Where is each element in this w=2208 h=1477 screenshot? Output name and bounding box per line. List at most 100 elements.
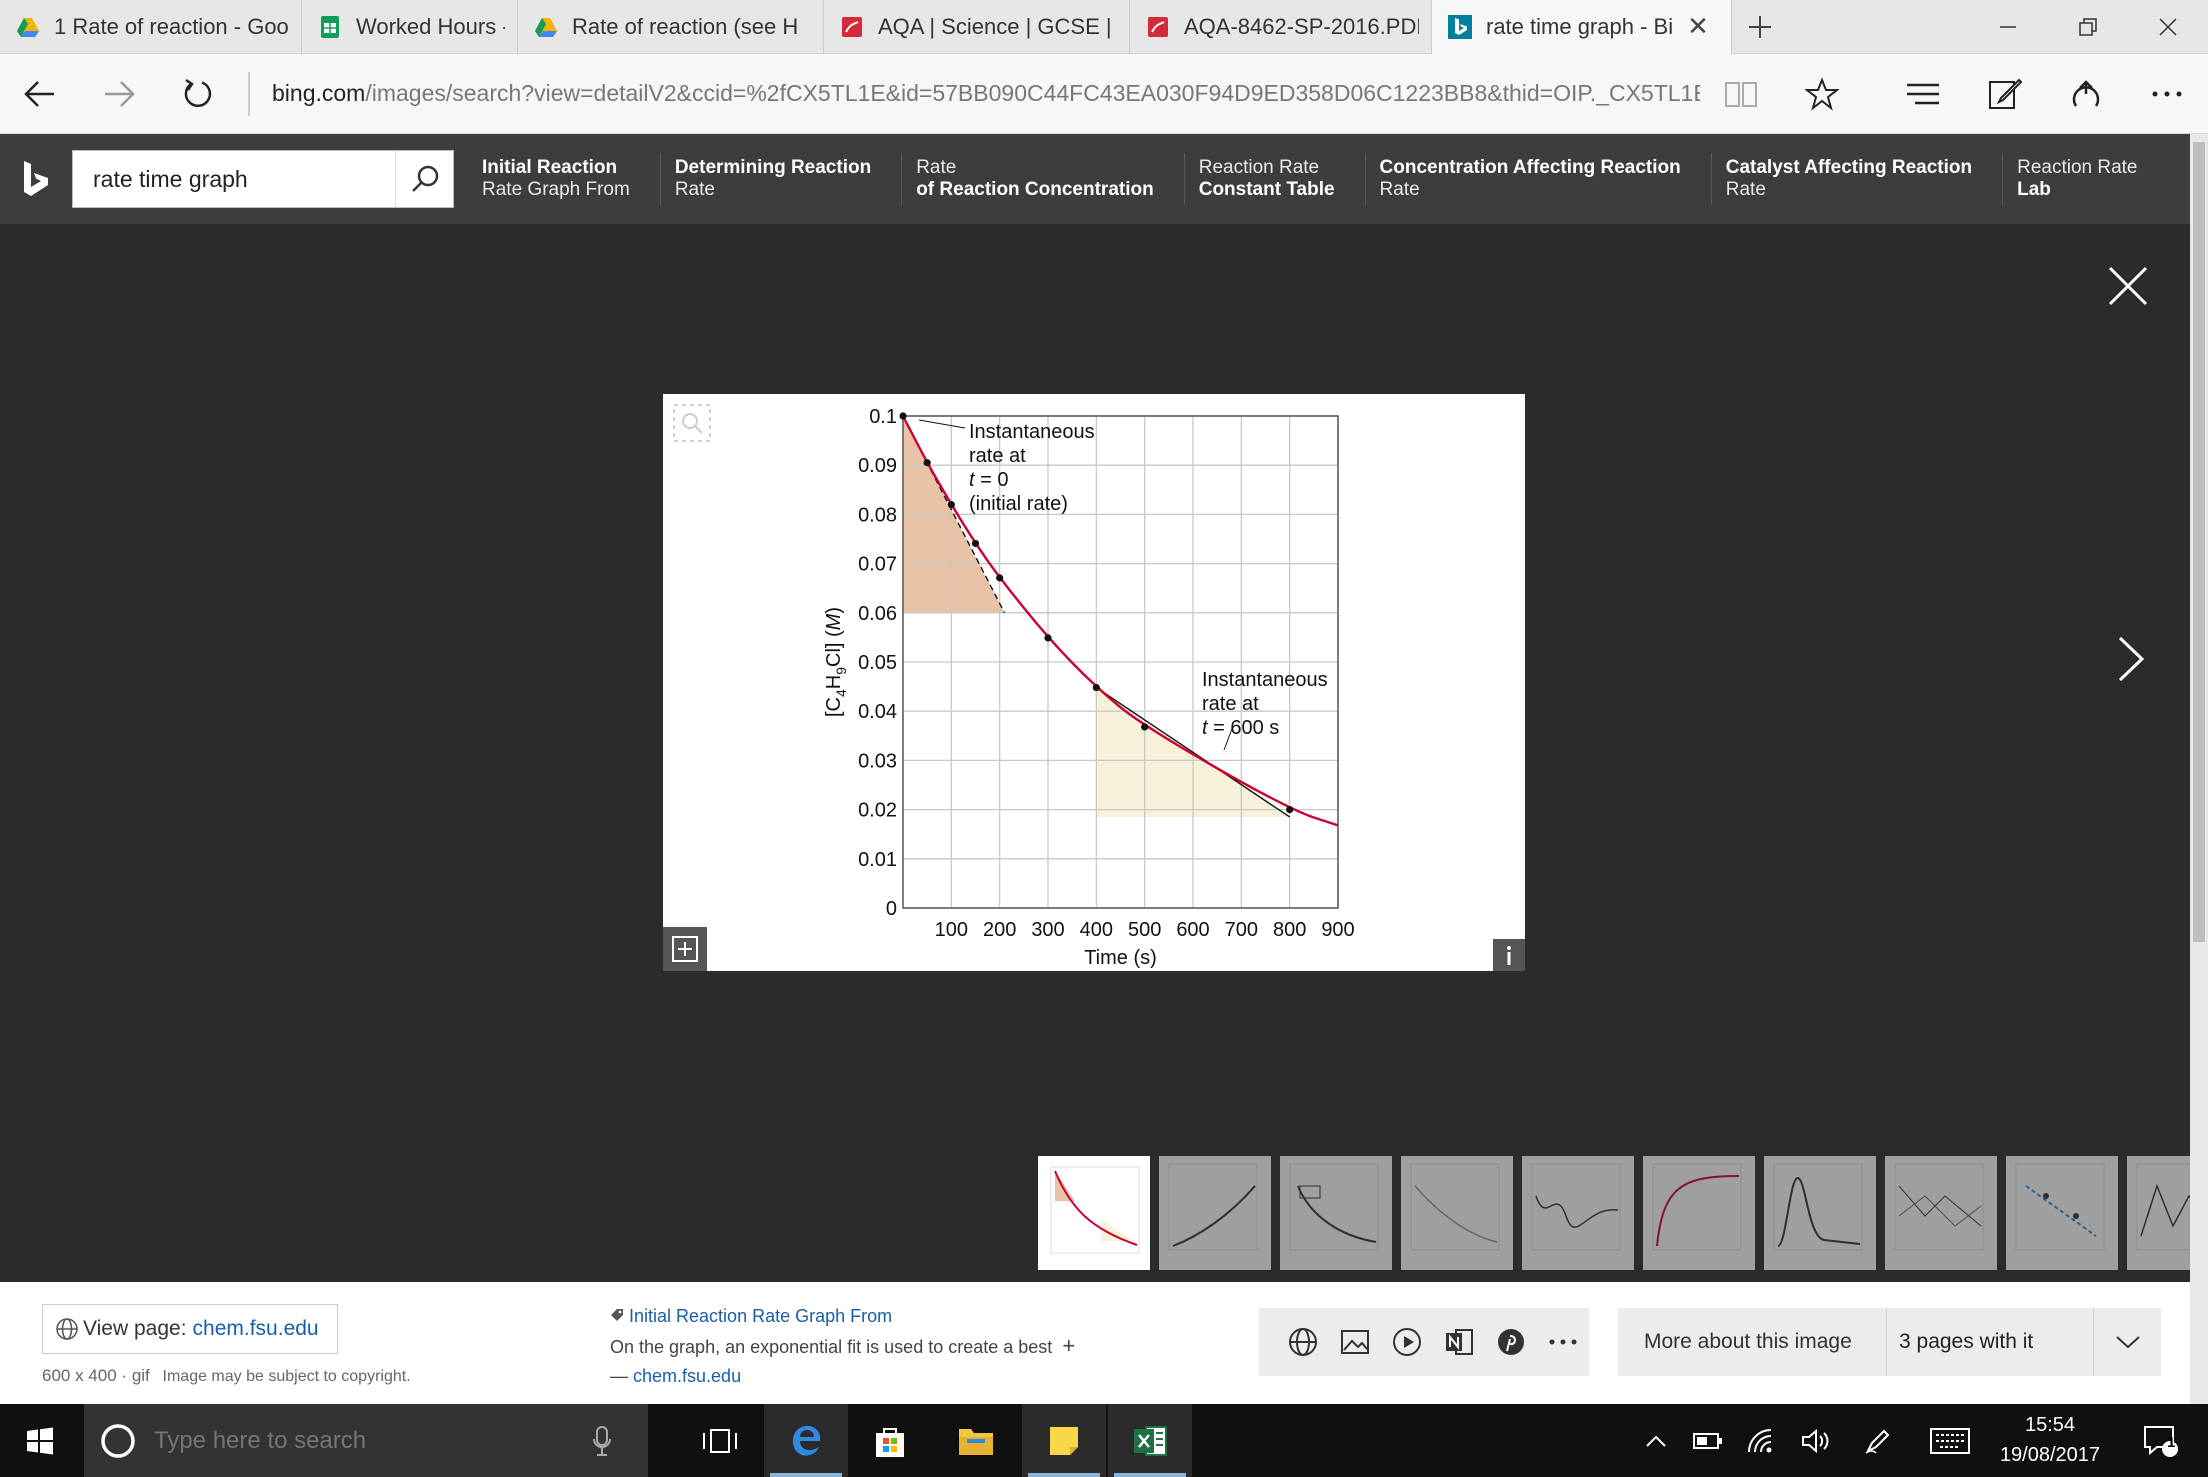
hub-button[interactable] xyxy=(1883,54,1964,134)
taskbar-edge[interactable] xyxy=(764,1404,848,1477)
related-search-item[interactable]: Rate of Reaction Concentration xyxy=(901,153,1184,205)
expand-image-button[interactable] xyxy=(663,927,707,971)
related-search-item[interactable]: Initial Reaction Rate Graph From xyxy=(482,153,660,205)
back-button[interactable] xyxy=(0,54,79,134)
close-tab-icon[interactable]: ✕ xyxy=(1687,11,1709,42)
related-search-item[interactable]: Catalyst Affecting Reaction Rate xyxy=(1710,153,2002,205)
tab-rate-of-reaction-see[interactable]: Rate of reaction (see H xyxy=(518,0,824,54)
tab-rate-of-reaction-doc[interactable]: 1 Rate of reaction - Goo xyxy=(0,0,302,54)
restore-button[interactable] xyxy=(2048,0,2128,54)
share-icon xyxy=(2072,79,2100,107)
caption-source-link[interactable]: chem.fsu.edu xyxy=(633,1366,741,1386)
data-point xyxy=(1044,634,1052,642)
expand-panel-button[interactable] xyxy=(2093,1308,2161,1376)
thumbnail-preview xyxy=(1894,1163,1984,1251)
pdf-icon xyxy=(842,17,862,37)
tab-aqa-science[interactable]: AQA | Science | GCSE | ( xyxy=(824,0,1130,54)
caption-expand-button[interactable]: + xyxy=(1062,1333,1075,1358)
thumbnail-zigzag[interactable] xyxy=(2127,1156,2190,1270)
book-icon xyxy=(1724,81,1757,107)
bing-logo[interactable] xyxy=(0,134,72,224)
view-page-button[interactable]: View page: chem.fsu.edu xyxy=(42,1304,338,1354)
show-hidden-icons-button[interactable] xyxy=(1634,1404,1678,1477)
globe-icon xyxy=(56,1318,78,1340)
battery-button[interactable] xyxy=(1686,1404,1730,1477)
reading-view-button[interactable] xyxy=(1700,54,1781,134)
view-image-button[interactable] xyxy=(1329,1316,1381,1368)
action-center-button[interactable]: 1 xyxy=(2126,1404,2196,1477)
visit-site-button[interactable] xyxy=(1277,1316,1329,1368)
visual-search-button[interactable] xyxy=(663,394,721,452)
y-tick-label: 0.05 xyxy=(858,652,897,674)
edge-icon xyxy=(792,1425,821,1456)
more-about-panel: More about this image 3 pages with it xyxy=(1618,1308,2161,1376)
related-search-item[interactable]: Determining Reaction Rate xyxy=(659,153,901,205)
pinterest-button[interactable] xyxy=(1485,1316,1537,1368)
tab-rate-time-graph[interactable]: rate time graph - Bi ✕ xyxy=(1432,0,1732,54)
pen-note-icon xyxy=(1988,78,2023,109)
thumbnail-faint-curve[interactable] xyxy=(1401,1156,1513,1270)
y-tick-label: 0.06 xyxy=(858,603,897,625)
volume-button[interactable] xyxy=(1794,1404,1838,1477)
start-button[interactable] xyxy=(0,1404,80,1477)
minimize-button[interactable] xyxy=(1968,0,2048,54)
web-note-button[interactable] xyxy=(1964,54,2045,134)
share-button[interactable] xyxy=(2045,54,2126,134)
thumbnail-oscillation[interactable] xyxy=(1522,1156,1634,1270)
related-search-line2: Rate xyxy=(674,179,715,200)
close-viewer-icon[interactable] xyxy=(2106,264,2150,308)
forward-button[interactable] xyxy=(79,54,158,134)
pages-with-it-button[interactable]: 3 pages with it xyxy=(1886,1308,2093,1376)
refresh-button[interactable] xyxy=(159,54,238,134)
bing-icon xyxy=(1448,14,1472,39)
taskbar-file-explorer[interactable] xyxy=(934,1404,1018,1477)
thumbnail-saturation[interactable] xyxy=(1643,1156,1755,1270)
favorite-button[interactable] xyxy=(1781,54,1862,134)
search-button[interactable] xyxy=(395,151,453,207)
close-window-button[interactable] xyxy=(2128,0,2208,54)
tab-aqa-pdf[interactable]: AQA-8462-SP-2016.PDF xyxy=(1130,0,1432,54)
related-search-item[interactable]: Concentration Affecting Reaction Rate xyxy=(1364,153,1711,205)
task-view-button[interactable] xyxy=(690,1404,750,1477)
system-clock[interactable]: 15:54 19/08/2017 xyxy=(1984,1410,2116,1470)
related-thumbnails xyxy=(1038,1156,2190,1270)
related-search-line2: Rate Graph From xyxy=(482,179,630,200)
caption-title-link[interactable]: Initial Reaction Rate Graph From xyxy=(629,1306,892,1326)
tab-worked-hours[interactable]: Worked Hours - Amie - xyxy=(302,0,518,54)
more-actions-button[interactable] xyxy=(1537,1316,1589,1368)
thumbnail-scatter[interactable] xyxy=(2006,1156,2118,1270)
thumbnail-multi-line[interactable] xyxy=(1885,1156,1997,1270)
thumbnail-rising-line[interactable] xyxy=(1159,1156,1271,1270)
related-search-item[interactable]: Reaction Rate Lab xyxy=(2002,153,2167,205)
address-bar[interactable]: bing.com/images/search?view=detailV2&cci… xyxy=(272,80,1700,107)
more-about-button[interactable]: More about this image xyxy=(1618,1330,1886,1354)
taskbar-search-input[interactable] xyxy=(152,1425,592,1456)
search-input[interactable] xyxy=(73,152,395,206)
slideshow-button[interactable] xyxy=(1381,1316,1433,1368)
annotation-text: Instantaneous xyxy=(1202,669,1328,691)
image-info-button[interactable] xyxy=(1493,939,1525,971)
related-search-item[interactable]: Reaction Rate Constant Table xyxy=(1183,153,1365,205)
touch-keyboard-button[interactable] xyxy=(1922,1404,1978,1477)
related-search-line2: Constant Table xyxy=(1198,179,1335,200)
pen-workspace-button[interactable] xyxy=(1856,1404,1900,1477)
onenote-button[interactable] xyxy=(1433,1316,1485,1368)
thumbnail-peak[interactable] xyxy=(1764,1156,1876,1270)
tab-title: AQA-8462-SP-2016.PDF xyxy=(1184,14,1419,39)
microphone-icon[interactable] xyxy=(592,1425,612,1457)
page-scrollbar[interactable] xyxy=(2190,134,2208,1404)
thumbnail-falling-curve[interactable] xyxy=(1280,1156,1392,1270)
active-indicator xyxy=(1114,1473,1186,1477)
network-button[interactable] xyxy=(1740,1404,1784,1477)
next-image-arrow-icon[interactable] xyxy=(2112,634,2152,684)
y-tick-label: 0.08 xyxy=(858,504,897,526)
new-tab-button[interactable] xyxy=(1732,0,1788,53)
search-icon xyxy=(411,165,438,192)
taskbar-store[interactable] xyxy=(848,1404,932,1477)
taskbar-search xyxy=(84,1404,648,1477)
scrollbar-thumb[interactable] xyxy=(2193,142,2205,942)
thumbnail-rate-graph[interactable] xyxy=(1038,1156,1150,1270)
taskbar-sticky-notes[interactable] xyxy=(1022,1404,1106,1477)
taskbar-excel[interactable] xyxy=(1108,1404,1192,1477)
more-button[interactable] xyxy=(2127,54,2208,134)
